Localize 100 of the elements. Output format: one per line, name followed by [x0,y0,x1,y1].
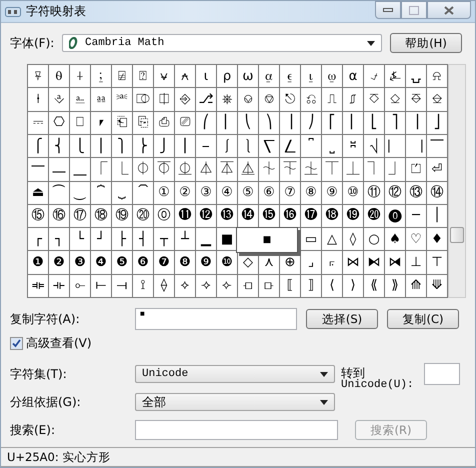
checkbox[interactable] [10,336,23,350]
character-cell[interactable]: ⎻ [28,158,49,182]
scroll-thumb[interactable] [450,227,464,244]
character-cell[interactable]: ⎴ [301,134,322,158]
font-dropdown[interactable]: Cambria Math [62,34,382,52]
character-cell[interactable]: ⎎ [343,88,364,112]
character-cell[interactable]: ⎖ [91,112,112,135]
character-cell[interactable]: ⟞ [112,274,133,298]
character-cell[interactable]: ⑱ [91,204,112,228]
character-cell[interactable]: ┐ [49,228,70,252]
group-by-dropdown[interactable]: 全部 [135,393,335,411]
character-cell[interactable]: ⍷ [280,65,301,88]
character-cell[interactable]: ⏏ [28,182,49,205]
character-cell[interactable]: ⑲ [112,204,133,228]
unicode-input-field[interactable] [424,363,460,385]
character-cell[interactable]: ┤ [133,228,154,252]
character-cell[interactable]: ⎊ [259,88,280,112]
character-cell[interactable]: ⎍ [322,88,343,112]
copy-button[interactable]: 复制(C) [387,309,459,329]
character-cell[interactable]: ⑮ [28,204,49,228]
character-cell[interactable]: ♠ [385,228,406,252]
character-cell[interactable]: ⎚ [175,112,196,135]
character-cell[interactable]: ⑥ [259,182,280,205]
character-cell[interactable]: ⎣ [364,112,385,135]
character-cell[interactable]: ⟤ [238,274,259,298]
character-cell[interactable]: ⏞ [91,182,112,205]
character-cell[interactable]: ❾ [196,251,217,275]
character-cell[interactable]: ⏀ [133,158,154,182]
character-cell[interactable]: ⏇ [280,158,301,182]
character-cell[interactable]: ⏅ [238,158,259,182]
character-cell[interactable]: ⎿ [112,158,133,182]
character-cell[interactable]: ⍻ [364,65,385,88]
character-cell[interactable]: ⍽ [406,65,427,88]
character-cell[interactable]: ⍫ [28,65,49,88]
character-cell[interactable]: ⍰ [133,65,154,88]
character-cell[interactable]: ⑯ [49,204,70,228]
character-cell[interactable]: ① [154,182,175,205]
character-cell[interactable]: ⧒ [385,251,406,275]
character-set-dropdown[interactable]: Unicode [135,365,335,383]
character-cell[interactable]: ⓫ [175,204,196,228]
character-cell[interactable]: ⎼ [49,158,70,182]
character-cell[interactable]: ⎃ [112,88,133,112]
character-cell[interactable]: ◊ [343,228,364,252]
character-cell[interactable]: ⍸ [301,65,322,88]
character-cell[interactable]: ⍿ [28,88,49,112]
character-cell[interactable]: ⎬ [133,134,154,158]
character-cell[interactable]: ⍹ [322,65,343,88]
character-cell[interactable]: ⑨ [322,182,343,205]
character-cell[interactable]: ⓱ [301,204,322,228]
character-cell[interactable]: ⑳ [133,204,154,228]
character-cell[interactable]: ⎁ [70,88,91,112]
character-cell[interactable]: ⟚ [28,274,49,298]
character-cell[interactable]: ⎆ [175,88,196,112]
character-cell[interactable]: ⎵ [322,134,343,158]
character-cell[interactable]: ⎶ [343,134,364,158]
character-cell[interactable]: ⟧ [301,274,322,298]
character-cell[interactable]: ⓴ [364,204,385,228]
character-cell[interactable]: ⏠ [133,182,154,205]
character-cell[interactable]: ⟢ [196,274,217,298]
character-cell[interactable]: ⎗ [112,112,133,135]
character-cell[interactable]: ⏁ [154,158,175,182]
character-cell[interactable]: ⊥ [406,251,427,275]
character-cell[interactable]: ⑰ [70,204,91,228]
character-cell[interactable]: ⎥ [406,112,427,135]
character-cell[interactable]: ⎡ [322,112,343,135]
character-cell[interactable]: ⎓ [28,112,49,135]
character-cell[interactable]: ⑪ [364,182,385,205]
character-cell[interactable]: ⎫ [112,134,133,158]
character-cell[interactable]: ⎰ [217,134,238,158]
character-cell[interactable]: ⟣ [217,274,238,298]
character-cell[interactable]: ⟠ [154,274,175,298]
character-cell[interactable]: ⏜ [49,182,70,205]
character-cell[interactable]: ⑦ [280,182,301,205]
character-cell[interactable]: ○ [364,228,385,252]
character-cell[interactable]: ⓬ [196,204,217,228]
character-cell[interactable]: ⎳ [280,134,301,158]
character-cell[interactable]: ❼ [154,251,175,275]
character-cell[interactable]: ⎨ [49,134,70,158]
scrollbar[interactable] [448,64,466,298]
character-cell[interactable]: ⎙ [154,112,175,135]
character-cell[interactable]: ⎅ [154,88,175,112]
character-cell[interactable]: ⎞ [259,112,280,135]
character-cell[interactable]: ② [175,182,196,205]
character-cell[interactable]: ⎘ [133,112,154,135]
character-cell[interactable]: ❽ [175,251,196,275]
character-cell[interactable]: ├ [112,228,133,252]
character-cell[interactable]: ⎟ [280,112,301,135]
character-cell[interactable]: ⎤ [385,112,406,135]
character-cell[interactable]: ⎌ [301,88,322,112]
character-cell[interactable]: ⓪ [154,204,175,228]
character-cell[interactable]: ⎛ [196,112,217,135]
character-cell[interactable]: ⑫ [385,182,406,205]
character-cell[interactable]: ⟛ [49,274,70,298]
character-cell[interactable]: ⎩ [70,134,91,158]
character-cell[interactable]: ⍶ [259,65,280,88]
character-cell[interactable]: ④ [217,182,238,205]
character-cell[interactable]: ⟩ [343,274,364,298]
character-cell[interactable]: ⏆ [259,158,280,182]
character-cell[interactable]: ⎢ [343,112,364,135]
character-cell[interactable]: ⎹ [406,134,427,158]
